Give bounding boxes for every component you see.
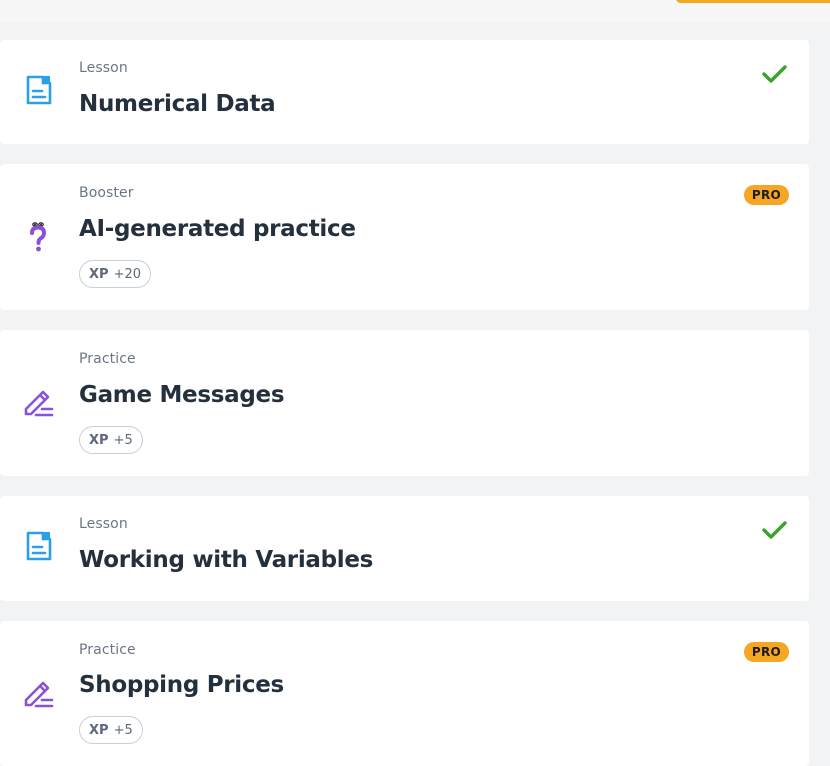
top-accent-bar (676, 0, 830, 3)
checkmark-icon (759, 515, 789, 545)
item-title: Numerical Data (79, 91, 276, 117)
practice-card-game-messages[interactable]: Practice Game Messages XP +5 (0, 330, 809, 476)
top-strip (0, 0, 830, 22)
item-title: Game Messages (79, 382, 285, 408)
practice-pencil-icon (22, 676, 56, 710)
xp-reward-badge: XP +5 (79, 426, 143, 454)
booster-card-ai-generated-practice[interactable]: Booster AI-generated practice PRO XP +20 (0, 164, 809, 310)
practice-card-shopping-prices[interactable]: Practice Shopping Prices PRO XP +5 (0, 621, 809, 766)
checkmark-icon (759, 59, 789, 89)
practice-pencil-icon (22, 385, 56, 419)
xp-label: XP (89, 432, 109, 448)
xp-value: +20 (113, 266, 141, 282)
xp-reward-badge: XP +20 (79, 260, 151, 288)
xp-value: +5 (113, 432, 133, 448)
item-type-label: Practice (79, 642, 136, 658)
xp-label: XP (89, 266, 109, 282)
xp-reward-badge: XP +5 (79, 716, 143, 744)
item-title: Working with Variables (79, 547, 374, 573)
item-title: AI-generated practice (79, 216, 356, 242)
ai-question-icon (22, 220, 56, 254)
pro-badge: PRO (743, 642, 789, 662)
item-type-label: Practice (79, 351, 136, 367)
item-type-label: Booster (79, 185, 134, 201)
item-type-label: Lesson (79, 516, 128, 532)
lesson-document-icon (22, 73, 56, 107)
lesson-card-numerical-data[interactable]: Lesson Numerical Data (0, 40, 809, 144)
item-title: Shopping Prices (79, 672, 284, 698)
xp-value: +5 (113, 722, 133, 738)
lesson-document-icon (22, 529, 56, 563)
xp-label: XP (89, 722, 109, 738)
lesson-card-working-with-variables[interactable]: Lesson Working with Variables (0, 496, 809, 601)
pro-badge: PRO (743, 185, 789, 205)
item-type-label: Lesson (79, 60, 128, 76)
